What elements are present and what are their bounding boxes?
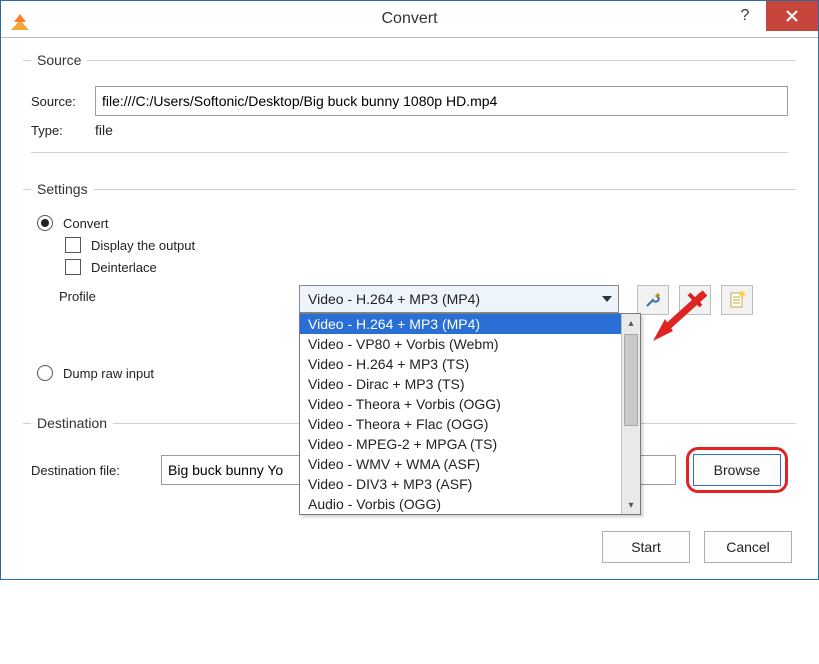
document-icon (729, 291, 745, 309)
browse-button[interactable]: Browse (693, 454, 781, 486)
cancel-button-label: Cancel (726, 539, 770, 555)
start-button[interactable]: Start (602, 531, 690, 563)
close-button[interactable] (766, 1, 818, 31)
convert-dialog: Convert ? Source Source: Type: file (0, 0, 819, 580)
radio-bullet-icon (37, 215, 53, 231)
window-title: Convert (381, 10, 437, 28)
profile-dropdown: Video - H.264 + MP3 (MP4)Video - VP80 + … (299, 313, 641, 515)
cancel-button[interactable]: Cancel (704, 531, 792, 563)
type-label: Type: (31, 123, 95, 138)
scroll-up-icon[interactable]: ▴ (622, 314, 640, 332)
dump-raw-label: Dump raw input (63, 366, 154, 381)
profile-selected-value: Video - H.264 + MP3 (MP4) (308, 291, 480, 307)
checkbox-box-icon (65, 237, 81, 253)
scroll-down-icon[interactable]: ▾ (622, 496, 640, 514)
edit-profile-button[interactable] (637, 285, 669, 315)
settings-legend: Settings (31, 181, 94, 197)
scroll-thumb[interactable] (624, 334, 638, 426)
new-profile-button[interactable] (721, 285, 753, 315)
deinterlace-checkbox[interactable]: Deinterlace (65, 259, 788, 275)
profile-combobox[interactable]: Video - H.264 + MP3 (MP4) (299, 285, 619, 313)
type-value: file (95, 122, 113, 138)
dialog-footer: Start Cancel (23, 521, 796, 563)
cross-icon (687, 292, 703, 308)
source-label: Source: (31, 94, 95, 109)
delete-profile-button[interactable] (679, 285, 711, 315)
dropdown-scrollbar[interactable]: ▴ ▾ (621, 314, 640, 514)
wrench-icon (644, 291, 662, 309)
profile-option[interactable]: Video - Theora + Vorbis (OGG) (300, 394, 621, 414)
profile-option[interactable]: Video - H.264 + MP3 (TS) (300, 354, 621, 374)
settings-group: Settings Convert Display the output Dein… (23, 181, 796, 405)
destination-legend: Destination (31, 415, 113, 431)
deinterlace-label: Deinterlace (91, 260, 157, 275)
convert-radio[interactable]: Convert (37, 215, 788, 231)
profile-option[interactable]: Video - Dirac + MP3 (TS) (300, 374, 621, 394)
profile-option[interactable]: Video - Theora + Flac (OGG) (300, 414, 621, 434)
profile-option[interactable]: Video - WMV + WMA (ASF) (300, 454, 621, 474)
close-icon (786, 10, 798, 22)
browse-button-label: Browse (714, 462, 761, 478)
display-output-checkbox[interactable]: Display the output (65, 237, 788, 253)
titlebar: Convert ? (1, 1, 818, 38)
profile-label: Profile (59, 285, 299, 304)
profile-option[interactable]: Audio - Vorbis (OGG) (300, 494, 621, 514)
help-button[interactable]: ? (724, 1, 766, 31)
profile-option[interactable]: Video - MPEG-2 + MPGA (TS) (300, 434, 621, 454)
profile-option[interactable]: Video - VP80 + Vorbis (Webm) (300, 334, 621, 354)
destination-file-label: Destination file: (31, 463, 151, 478)
profile-option[interactable]: Video - H.264 + MP3 (MP4) (300, 314, 621, 334)
source-group: Source Source: Type: file (23, 52, 796, 171)
chevron-down-icon (602, 296, 612, 302)
source-input[interactable] (95, 86, 788, 116)
source-legend: Source (31, 52, 87, 68)
radio-bullet-icon (37, 365, 53, 381)
profile-option[interactable]: Video - DIV3 + MP3 (ASF) (300, 474, 621, 494)
convert-radio-label: Convert (63, 216, 109, 231)
annotation-highlight: Browse (686, 447, 788, 493)
checkbox-box-icon (65, 259, 81, 275)
display-output-label: Display the output (91, 238, 195, 253)
start-button-label: Start (631, 539, 661, 555)
vlc-cone-icon (11, 8, 29, 30)
